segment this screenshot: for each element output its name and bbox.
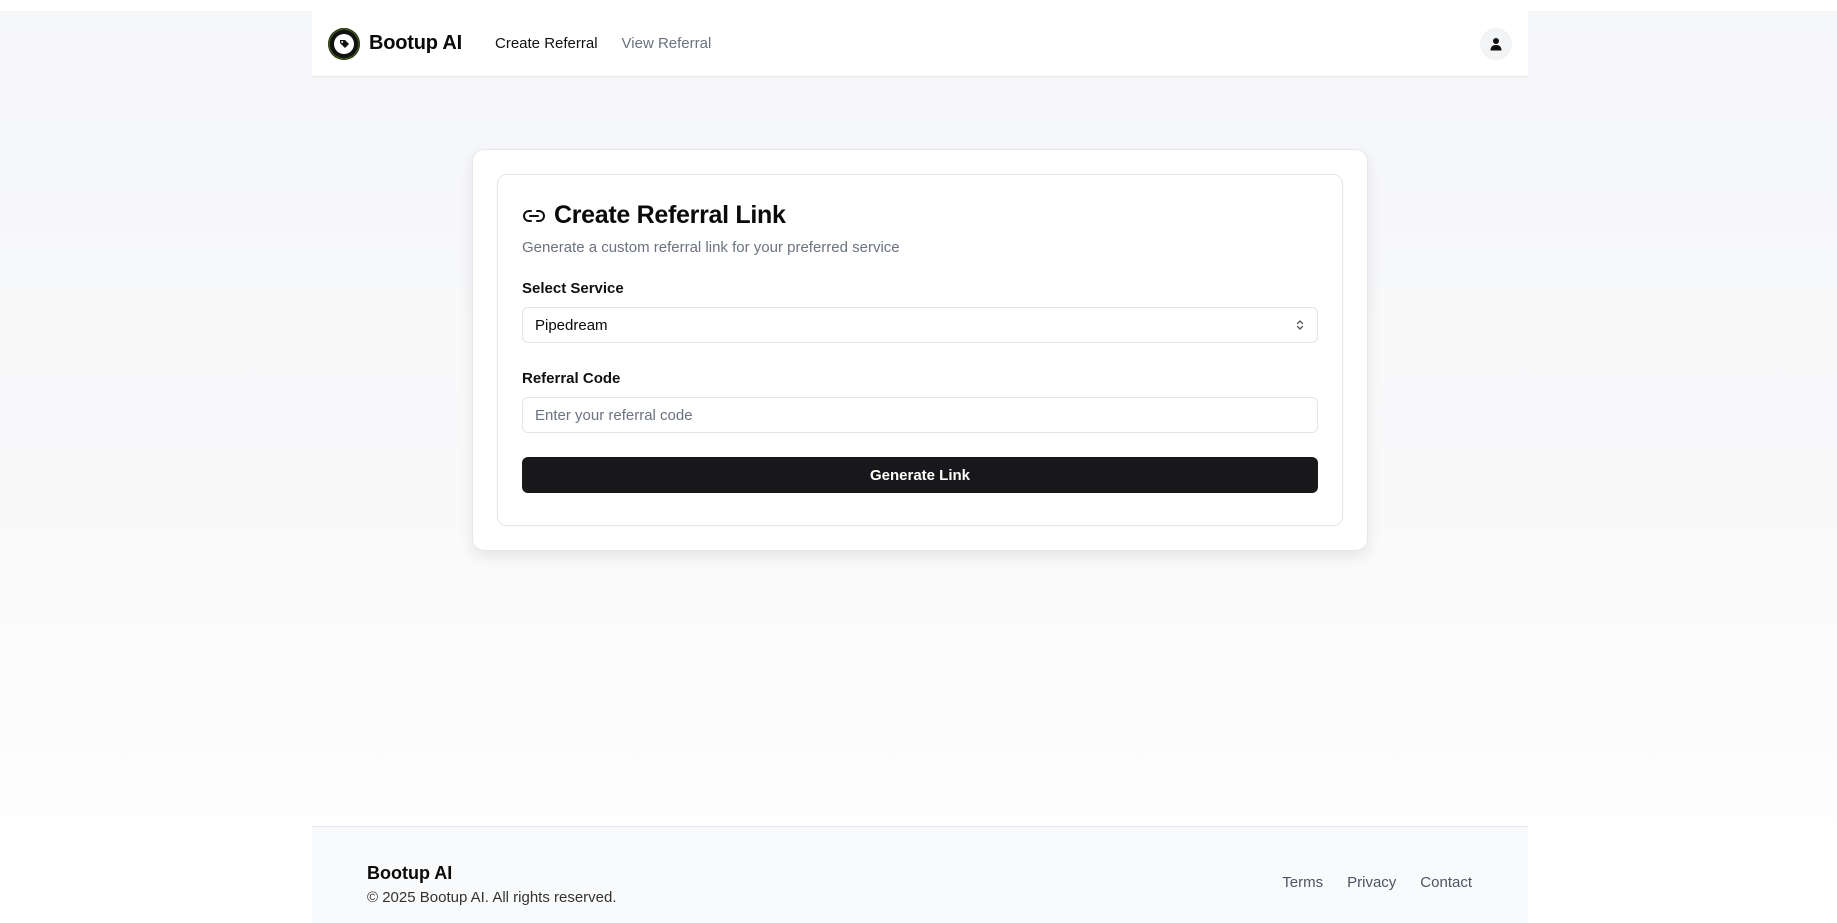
nav-create-referral[interactable]: Create Referral: [495, 35, 598, 52]
footer-link-terms[interactable]: Terms: [1282, 874, 1323, 891]
referral-code-label: Referral Code: [522, 370, 621, 387]
card-header: Create Referral Link: [522, 201, 1318, 230]
logo-icon: [328, 27, 360, 60]
footer-copyright: © 2025 Bootup AI. All rights reserved.: [367, 889, 617, 906]
service-label: Select Service: [522, 280, 624, 297]
link-icon: [523, 209, 545, 222]
referral-card: Create Referral Link Generate a custom r…: [472, 149, 1368, 551]
footer-brand: Bootup AI: [367, 863, 453, 883]
chevron-up-down-icon: [1296, 320, 1304, 330]
footer-links: Terms Privacy Contact: [1282, 874, 1472, 891]
referral-form: Create Referral Link Generate a custom r…: [497, 174, 1343, 526]
footer-link-contact[interactable]: Contact: [1420, 874, 1472, 891]
main-nav: Create Referral View Referral: [495, 35, 735, 52]
nav-view-referral[interactable]: View Referral: [622, 35, 712, 52]
page-subtitle: Generate a custom referral link for your…: [522, 239, 900, 256]
generate-link-button[interactable]: Generate Link: [522, 457, 1318, 493]
service-select-value: Pipedream: [535, 316, 608, 334]
user-icon: [1490, 37, 1502, 50]
footer-link-privacy[interactable]: Privacy: [1347, 874, 1396, 891]
page-title: Create Referral Link: [554, 201, 786, 229]
top-strip: [0, 0, 1837, 11]
user-menu-button[interactable]: [1480, 27, 1512, 60]
app-header: Bootup AI Create Referral View Referral: [312, 11, 1528, 77]
brand[interactable]: Bootup AI: [328, 27, 462, 60]
app-footer: Bootup AI © 2025 Bootup AI. All rights r…: [312, 826, 1528, 923]
service-select[interactable]: Pipedream: [522, 307, 1318, 343]
referral-code-input[interactable]: [522, 397, 1318, 433]
brand-name: Bootup AI: [369, 32, 462, 54]
